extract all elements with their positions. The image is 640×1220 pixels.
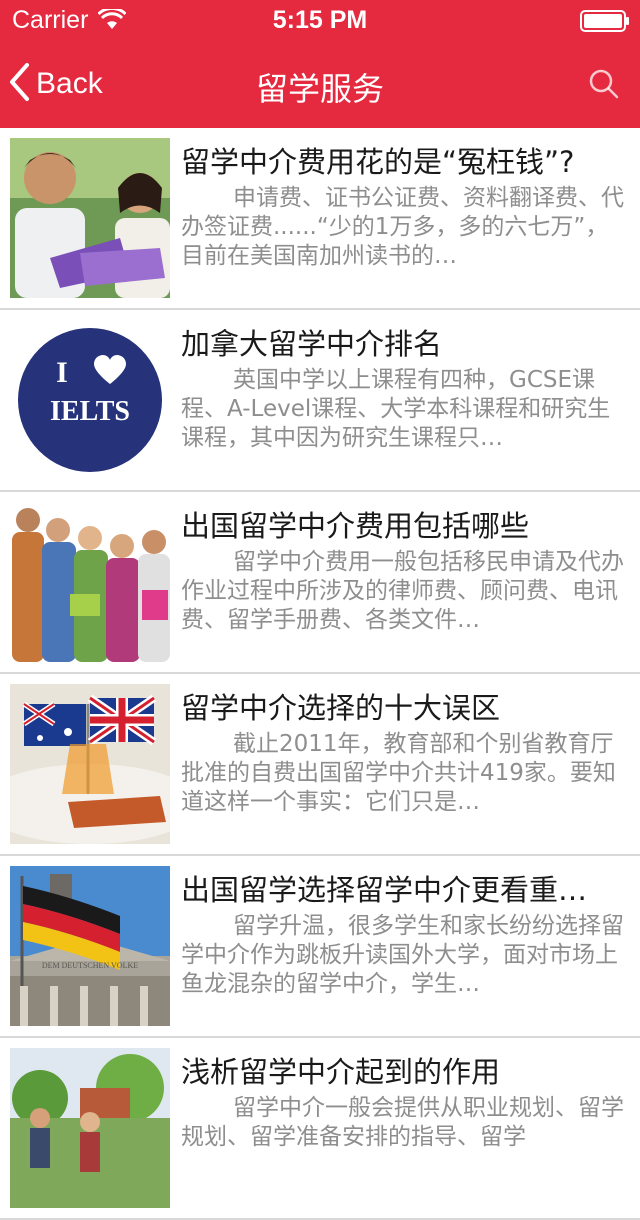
article-summary: 截止2011年，教育部和个别省教育厅批准的自费出国留学中介共计419家。要知道这… — [181, 731, 616, 815]
status-bar: Carrier 5:15 PM — [0, 0, 640, 40]
article-title: 留学中介费用花的是“冤枉钱”? — [181, 145, 575, 179]
article-title: 留学中介选择的十大误区 — [181, 691, 501, 725]
article-thumbnail-german-flag: DEM DEUTSCHEN VOLKE — [10, 866, 170, 1026]
page-title: 留学服务 — [255, 70, 384, 108]
article-title: 加拿大留学中介排名 — [181, 327, 443, 361]
article-thumbnail-ielts-logo: IELTS I — [10, 320, 170, 480]
building-inscription: DEM DEUTSCHEN VOLKE — [42, 961, 138, 970]
article-summary: 英国中学以上课程有四种，GCSE课程、A-Level课程、大学本科课程和研究生课… — [181, 367, 611, 451]
article-item[interactable]: 出国留学中介费用包括哪些 留学中介费用一般包括移民申请及代办作业过程中所涉及的律… — [0, 492, 640, 674]
article-summary: 留学升温，很多学生和家长纷纷选择留学中介作为跳板升读国外大学，面对市场上鱼龙混杂… — [181, 913, 624, 997]
article-thumbnail-campus — [10, 1048, 170, 1208]
clock: 5:15 PM — [272, 6, 368, 34]
article-summary: 留学中介费用一般包括移民申请及代办作业过程中所涉及的律师费、顾问费、电讯费、留学… — [181, 549, 624, 633]
article-thumbnail-students-studying — [10, 138, 170, 298]
article-item[interactable]: 留学中介选择的十大误区 截止2011年，教育部和个别省教育厅批准的自费出国留学中… — [0, 674, 640, 856]
navigation-bar: Back 留学服务 — [0, 40, 640, 128]
article-title: 出国留学选择留学中介更看重… — [181, 873, 588, 907]
article-summary: 申请费、证书公证费、资料翻译费、代办签证费......“少的1万多，多的六七万”… — [181, 185, 624, 269]
search-button[interactable] — [588, 68, 620, 104]
battery-icon — [580, 10, 630, 37]
svg-text:I: I — [56, 356, 68, 389]
app-header: Carrier 5:15 PM Back 留学服务 — [0, 0, 640, 128]
search-icon — [588, 69, 620, 104]
article-item[interactable]: 留学中介费用花的是“冤枉钱”? 申请费、证书公证费、资料翻译费、代办签证费...… — [0, 128, 640, 310]
article-thumbnail-student-group — [10, 502, 170, 662]
article-item[interactable]: DEM DEUTSCHEN VOLKE 出国留学选择留学中介更看重… 留学升温，… — [0, 856, 640, 1038]
article-title: 出国留学中介费用包括哪些 — [181, 509, 530, 543]
ielts-logo-text: IELTS — [50, 396, 130, 427]
article-title: 浅析留学中介起到的作用 — [181, 1055, 501, 1089]
article-thumbnail-flags — [10, 684, 170, 844]
article-summary: 留学中介一般会提供从职业规划、留学规划、留学准备安排的指导、留学 — [181, 1095, 624, 1150]
article-list: 留学中介费用花的是“冤枉钱”? 申请费、证书公证费、资料翻译费、代办签证费...… — [0, 128, 640, 1220]
article-item[interactable]: IELTS I 加拿大留学中介排名 英国中学以上课程有四种，GCSE课程、A-L… — [0, 310, 640, 492]
article-item[interactable]: 浅析留学中介起到的作用 留学中介一般会提供从职业规划、留学规划、留学准备安排的指… — [0, 1038, 640, 1220]
